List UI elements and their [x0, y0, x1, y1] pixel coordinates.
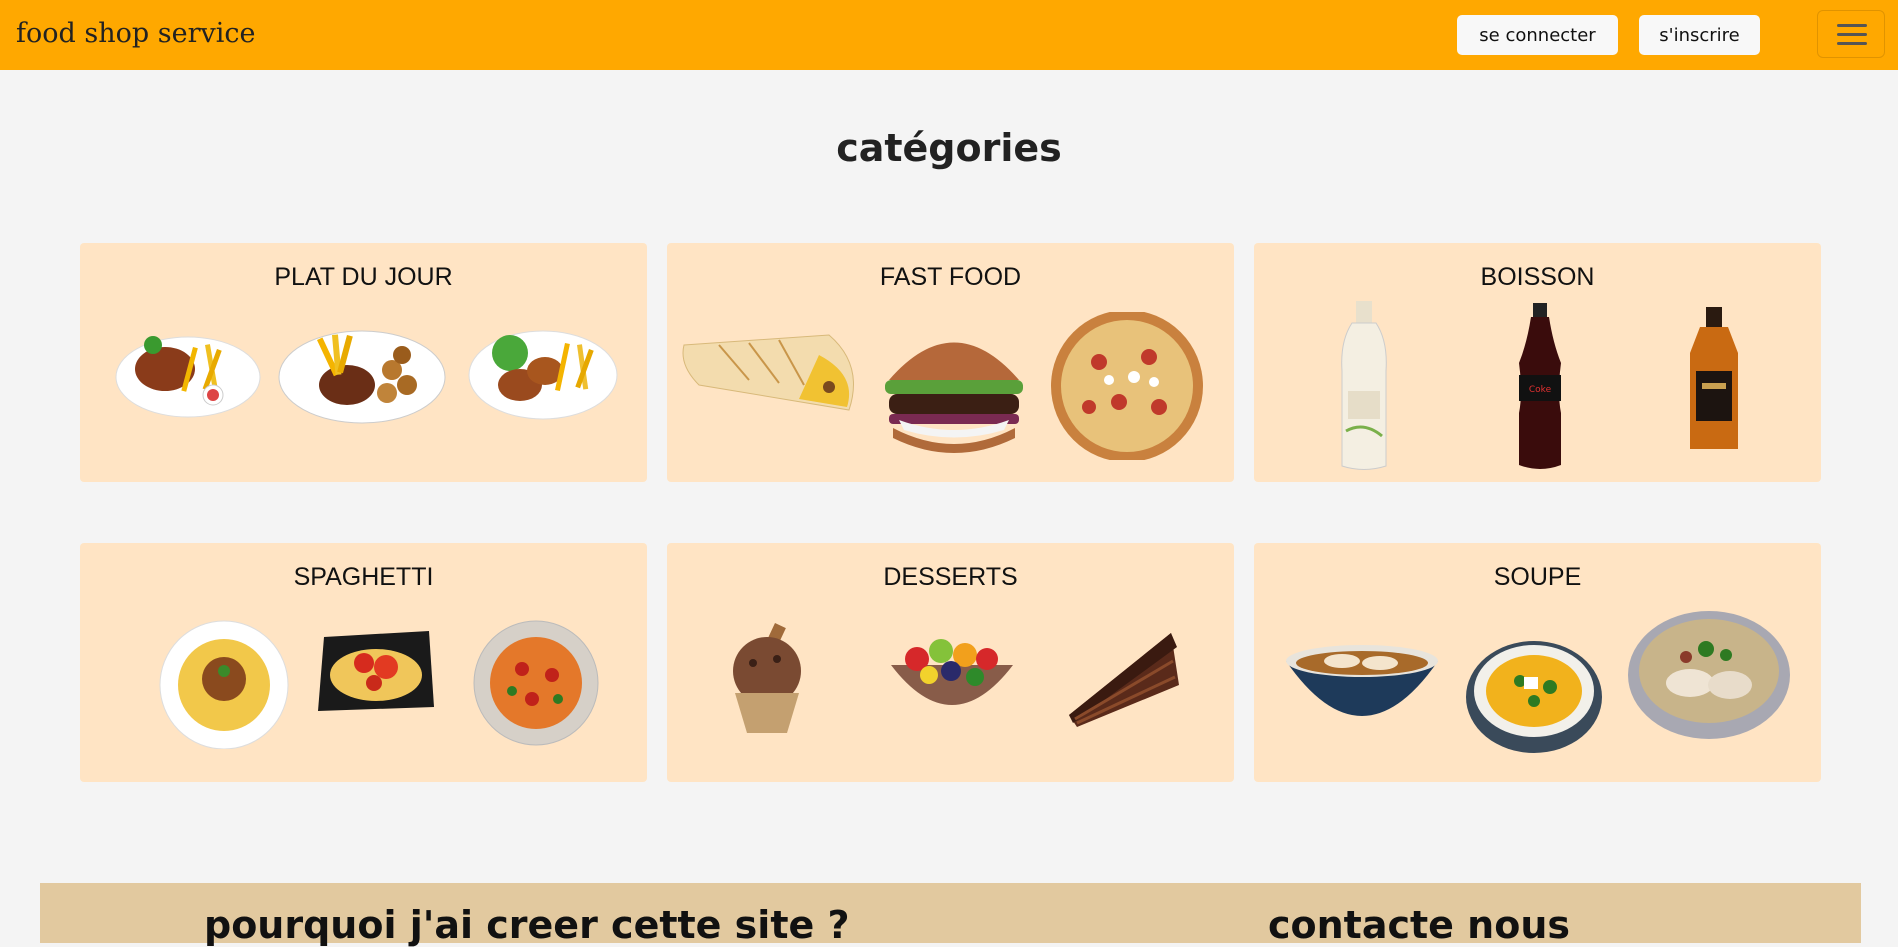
- signup-button[interactable]: s'inscrire: [1639, 15, 1760, 55]
- category-title: DESSERTS: [883, 563, 1018, 591]
- cream-liqueur-bottle-image: [1341, 301, 1387, 470]
- cola-zero-bottle-image: Coke: [1519, 303, 1561, 469]
- login-button[interactable]: se connecter: [1457, 15, 1618, 55]
- category-card-boisson[interactable]: BOISSON Coke: [1254, 243, 1821, 482]
- wrap-tacos-image: [682, 334, 854, 411]
- pumpkin-soup-image: [1466, 641, 1602, 753]
- fruit-salad-image: [891, 639, 1013, 705]
- hamburger-menu-icon[interactable]: [1817, 10, 1885, 58]
- category-title: FAST FOOD: [879, 263, 1022, 291]
- category-card-soupe[interactable]: SOUPE: [1254, 543, 1821, 782]
- category-card-fast-food[interactable]: FAST FOOD: [667, 243, 1234, 482]
- spaghetti-bolognese-image: [159, 620, 289, 749]
- contact-title: contacte nous: [1268, 903, 1571, 947]
- why-title: pourquoi j'ai creer cette site ?: [204, 903, 850, 947]
- category-title: SOUPE: [1493, 563, 1582, 591]
- steak-fries-plate-image: [278, 330, 446, 424]
- whisky-bottle-image: [1690, 307, 1738, 449]
- svg-text:Coke: Coke: [1529, 385, 1552, 395]
- page-title: catégories: [836, 126, 1062, 170]
- navbar: food shop service se connecter s'inscrir…: [0, 0, 1898, 70]
- noodle-soup-image: [1628, 611, 1790, 739]
- footer: pourquoi j'ai creer cette site ? contact…: [40, 883, 1861, 947]
- category-title: SPAGHETTI: [293, 563, 434, 591]
- category-card-desserts[interactable]: DESSERTS: [667, 543, 1234, 782]
- category-card-spaghetti[interactable]: SPAGHETTI: [80, 543, 647, 782]
- spaghetti-tomato-image: [473, 620, 599, 746]
- pizza-image: [1051, 312, 1203, 460]
- category-title: BOISSON: [1480, 263, 1595, 291]
- burger-image: [885, 342, 1023, 453]
- chocolate-cake-slice-image: [1069, 633, 1179, 727]
- chicken-legs-salad-plate-image: [468, 330, 618, 420]
- spaghetti-peppers-image: [318, 631, 434, 711]
- grilled-chicken-fries-plate-image: [115, 336, 261, 418]
- chocolate-ice-cream-image: [733, 623, 801, 733]
- brand-name[interactable]: food shop service: [16, 18, 255, 49]
- category-card-plat-du-jour[interactable]: PLAT DU JOUR: [80, 243, 647, 482]
- category-title: PLAT DU JOUR: [274, 263, 453, 291]
- dumpling-soup-image: [1286, 645, 1438, 716]
